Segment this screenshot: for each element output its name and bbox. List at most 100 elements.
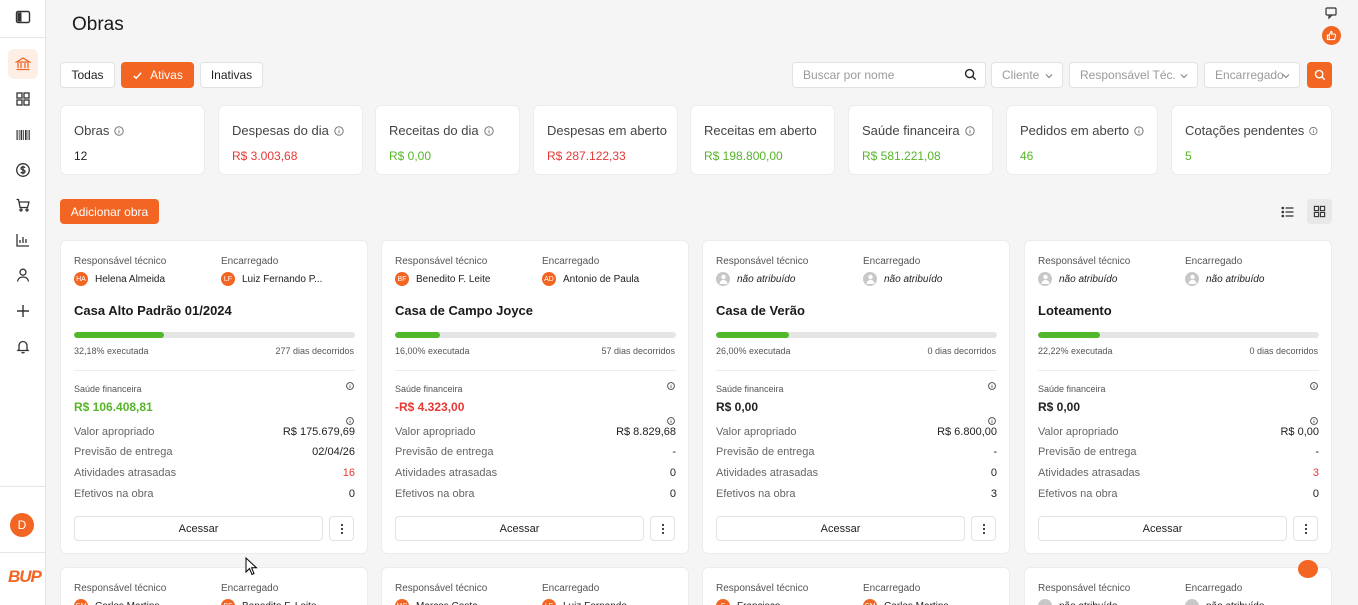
row-value: 0 xyxy=(348,488,355,500)
plus-icon[interactable] xyxy=(8,296,38,326)
efetivos-row: Efetivos na obra 3 xyxy=(716,488,997,500)
search-button[interactable] xyxy=(1307,62,1332,88)
enc-label: Encarregado xyxy=(863,256,921,267)
info-icon[interactable] xyxy=(1309,126,1318,136)
person-name: Carlos Martins xyxy=(95,601,159,605)
avatar: MC xyxy=(395,599,409,605)
add-obra-button[interactable]: Adicionar obra xyxy=(60,199,159,224)
kebab-icon xyxy=(661,523,664,534)
kpi-card: Pedidos em aberto 46 xyxy=(1006,105,1158,175)
row-label: Atividades atrasadas xyxy=(395,467,498,479)
more-options-button[interactable] xyxy=(1293,516,1318,541)
info-icon[interactable] xyxy=(667,417,675,425)
progress-bar xyxy=(1038,332,1319,338)
info-icon[interactable] xyxy=(964,125,975,136)
bank-icon[interactable] xyxy=(8,49,38,79)
acessar-button[interactable]: Acessar xyxy=(74,516,323,541)
avatar: BF xyxy=(221,599,235,605)
obra-card: Responsável técnico Encarregado CM Carlos… xyxy=(60,567,368,605)
acessar-button[interactable]: Acessar xyxy=(1038,516,1287,541)
row-label: Valor apropriado xyxy=(395,426,476,438)
row-value: R$ 6.800,00 xyxy=(937,426,997,438)
more-options-button[interactable] xyxy=(329,516,354,541)
search-input[interactable] xyxy=(793,63,958,87)
acessar-button[interactable]: Acessar xyxy=(716,516,965,541)
row-label: Valor apropriado xyxy=(74,426,155,438)
thumbs-up-button[interactable] xyxy=(1322,26,1341,45)
chevron-down-icon xyxy=(1180,74,1188,79)
row-value: 02/04/26 xyxy=(312,446,355,458)
thumbs-up-icon xyxy=(1326,30,1337,41)
barcode-icon[interactable] xyxy=(8,120,38,150)
kpi-value: R$ 581.221,08 xyxy=(862,149,941,163)
tab-todas[interactable]: Todas xyxy=(60,62,115,88)
select-value: Cliente xyxy=(1002,68,1040,82)
kpi-value: R$ 0,00 xyxy=(389,149,432,163)
kpi-label-text: Saúde financeira xyxy=(862,123,960,138)
user-icon[interactable] xyxy=(8,260,38,290)
select-value: Encarregado xyxy=(1215,68,1284,82)
cliente-select[interactable]: Cliente xyxy=(991,62,1063,88)
mouse-cursor-icon xyxy=(245,557,258,576)
info-icon[interactable] xyxy=(334,125,344,136)
kpi-value: R$ 198.800,00 xyxy=(704,149,783,163)
info-icon[interactable] xyxy=(988,417,996,425)
row-value: 0 xyxy=(1312,488,1319,500)
person-chip: não atribuído xyxy=(1185,599,1264,605)
info-icon[interactable] xyxy=(1134,125,1144,136)
person-chip: não atribuído xyxy=(1185,272,1264,286)
kpi-label-text: Obras xyxy=(74,123,110,138)
saude-value: -R$ 4.323,00 xyxy=(395,400,465,414)
feedback-icon[interactable] xyxy=(1324,6,1338,20)
info-icon[interactable] xyxy=(988,382,996,390)
row-value: - xyxy=(672,446,676,458)
chat-launcher-button[interactable] xyxy=(1298,560,1318,578)
enc-label: Encarregado xyxy=(1185,583,1243,594)
person-chip: F Francisco xyxy=(716,599,780,605)
tab-ativas[interactable]: Ativas xyxy=(121,62,194,88)
progress-fill xyxy=(1038,332,1101,338)
days-text: 0 dias decorridos xyxy=(927,346,996,356)
enc-label: Encarregado xyxy=(221,256,279,267)
person-name: Benedito F. Leite xyxy=(242,601,317,605)
resp-label: Responsável técnico xyxy=(74,583,167,594)
sidebar-toggle-icon[interactable] xyxy=(8,2,38,32)
kpi-card: Receitas do dia R$ 0,00 xyxy=(375,105,520,175)
row-value: 16 xyxy=(342,467,355,479)
atividades-row: Atividades atrasadas 3 xyxy=(1038,467,1319,479)
previsao-row: Previsão de entrega 02/04/26 xyxy=(74,446,355,458)
card-divider xyxy=(1038,370,1319,371)
grid-icon[interactable] xyxy=(8,84,38,114)
cart-icon[interactable] xyxy=(8,190,38,220)
more-options-button[interactable] xyxy=(971,516,996,541)
more-options-button[interactable] xyxy=(650,516,675,541)
info-icon[interactable] xyxy=(667,382,675,390)
acessar-button[interactable]: Acessar xyxy=(395,516,644,541)
saude-label: Saúde financeira xyxy=(395,384,463,394)
encarregado-select[interactable]: Encarregado xyxy=(1204,62,1300,88)
info-icon[interactable] xyxy=(114,125,125,136)
chart-icon[interactable] xyxy=(8,225,38,255)
info-icon[interactable] xyxy=(346,417,354,425)
row-label: Valor apropriado xyxy=(716,426,797,438)
responsavel-select[interactable]: Responsável Téc. xyxy=(1069,62,1198,88)
user-avatar[interactable]: D xyxy=(10,513,34,537)
resp-label: Responsável técnico xyxy=(1038,583,1131,594)
tab-inativas[interactable]: Inativas xyxy=(200,62,263,88)
days-text: 0 dias decorridos xyxy=(1249,346,1318,356)
avatar: HA xyxy=(74,272,88,286)
list-view-button[interactable] xyxy=(1275,199,1300,224)
kpi-label-text: Receitas em aberto xyxy=(704,123,817,138)
info-icon[interactable] xyxy=(1310,417,1318,425)
dollar-icon[interactable] xyxy=(8,155,38,185)
bell-icon[interactable] xyxy=(8,331,38,361)
valor-row: Valor apropriado R$ 8.829,68 xyxy=(395,426,676,438)
info-icon[interactable] xyxy=(346,382,354,390)
valor-row: Valor apropriado R$ 0,00 xyxy=(1038,426,1319,438)
info-icon[interactable] xyxy=(1310,382,1318,390)
previsao-row: Previsão de entrega - xyxy=(716,446,997,458)
grid-view-button[interactable] xyxy=(1307,199,1332,224)
kpi-card: Saúde financeira R$ 581.221,08 xyxy=(848,105,993,175)
resp-label: Responsável técnico xyxy=(716,583,809,594)
info-icon[interactable] xyxy=(483,125,494,136)
